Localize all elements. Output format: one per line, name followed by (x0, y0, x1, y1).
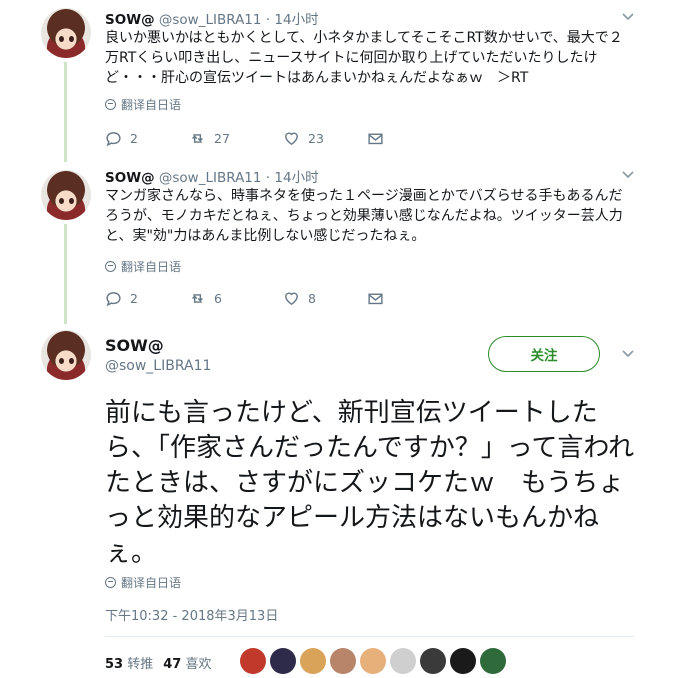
retweet-icon (192, 134, 203, 143)
avatar[interactable] (41, 8, 91, 58)
avatar[interactable] (41, 170, 91, 220)
liker-avatar[interactable] (360, 648, 386, 674)
liker-avatar[interactable] (330, 648, 356, 674)
message-button[interactable] (367, 130, 384, 147)
retweet-icon (192, 294, 203, 303)
heart-icon (285, 132, 298, 146)
reply-icon (106, 132, 121, 147)
tweet-time[interactable]: 14小时 (274, 170, 318, 186)
heart-icon (285, 292, 298, 306)
tweet-time[interactable]: 14小时 (274, 12, 318, 28)
retweet-stat[interactable]: 53 转推 (105, 653, 153, 672)
thread-line (64, 224, 67, 324)
globe-icon (105, 261, 116, 272)
retweet-stat-count: 53 (105, 657, 124, 672)
tweet-text: マンガ家さんなら、時事ネタを使った１ページ漫画とかでバズらせる手もあるんだろうが… (105, 188, 623, 244)
liker-avatar[interactable] (240, 648, 266, 674)
divider (105, 636, 635, 637)
user-name[interactable]: SOW@ (105, 336, 164, 355)
mail-icon (368, 293, 383, 305)
avatar[interactable] (41, 330, 91, 380)
tweet-timestamp[interactable]: 下午10:32 - 2018年3月13日 (105, 605, 278, 624)
liker-avatars (240, 648, 506, 674)
like-count: 8 (308, 291, 316, 306)
like-count: 23 (308, 131, 324, 146)
retweet-stat-label: 转推 (127, 657, 154, 672)
message-button[interactable] (367, 290, 384, 307)
retweet-button[interactable]: 6 (189, 290, 283, 307)
tweet-text: 良いか悪いかはともかくとして、小ネタかましてそこそこRT数かせいで、最大で２万R… (105, 30, 623, 86)
retweet-count: 6 (214, 291, 222, 306)
tweet-stats: 53 转推 47 喜欢 (105, 653, 212, 672)
reply-icon (106, 292, 121, 307)
chevron-down-icon[interactable] (620, 347, 636, 363)
user-handle[interactable]: @sow_LIBRA11 (105, 358, 211, 374)
translate-label: 翻译自日语 (121, 576, 182, 590)
globe-icon (105, 99, 116, 110)
retweet-button[interactable]: 27 (189, 130, 283, 147)
like-button[interactable]: 8 (283, 290, 367, 307)
chevron-down-icon[interactable] (620, 10, 636, 26)
tweet-actions: 2 6 8 (105, 290, 384, 307)
follow-button[interactable]: 关注 (488, 336, 600, 372)
globe-icon (105, 577, 116, 588)
liker-avatar[interactable] (270, 648, 296, 674)
user-handle[interactable]: @sow_LIBRA11 (159, 12, 262, 28)
translate-label: 翻译自日语 (121, 260, 182, 274)
translate-label: 翻译自日语 (121, 98, 182, 112)
reply-button[interactable]: 2 (105, 290, 189, 307)
like-stat-label: 喜欢 (185, 657, 212, 672)
separator-dot: · (265, 12, 271, 28)
tweet-header: SOW@ @sow_LIBRA11 · 14小时 (105, 8, 319, 28)
reply-count: 2 (130, 291, 138, 306)
translate-link[interactable]: 翻译自日语 (105, 574, 181, 591)
translate-link[interactable]: 翻译自日语 (105, 258, 181, 275)
like-stat[interactable]: 47 喜欢 (163, 653, 211, 672)
liker-avatar[interactable] (300, 648, 326, 674)
retweet-count: 27 (214, 131, 230, 146)
tweet-header: SOW@ @sow_LIBRA11 · 14小时 (105, 166, 319, 186)
reply-count: 2 (130, 131, 138, 146)
like-button[interactable]: 23 (283, 130, 367, 147)
tweet-actions: 2 27 23 (105, 130, 384, 147)
user-handle[interactable]: @sow_LIBRA11 (159, 170, 262, 186)
chevron-down-icon[interactable] (620, 168, 636, 184)
liker-avatar[interactable] (450, 648, 476, 674)
liker-avatar[interactable] (480, 648, 506, 674)
mail-icon (368, 133, 383, 145)
thread-line (64, 62, 67, 162)
liker-avatar[interactable] (420, 648, 446, 674)
separator-dot: · (265, 170, 271, 186)
reply-button[interactable]: 2 (105, 130, 189, 147)
tweet-text: 前にも言ったけど、新刊宣伝ツイートしたら、「作家さんだったんですか？」って言われ… (105, 398, 635, 568)
translate-link[interactable]: 翻译自日语 (105, 96, 181, 113)
user-name[interactable]: SOW@ (105, 170, 155, 186)
like-stat-count: 47 (163, 657, 182, 672)
user-name[interactable]: SOW@ (105, 12, 155, 28)
liker-avatar[interactable] (390, 648, 416, 674)
